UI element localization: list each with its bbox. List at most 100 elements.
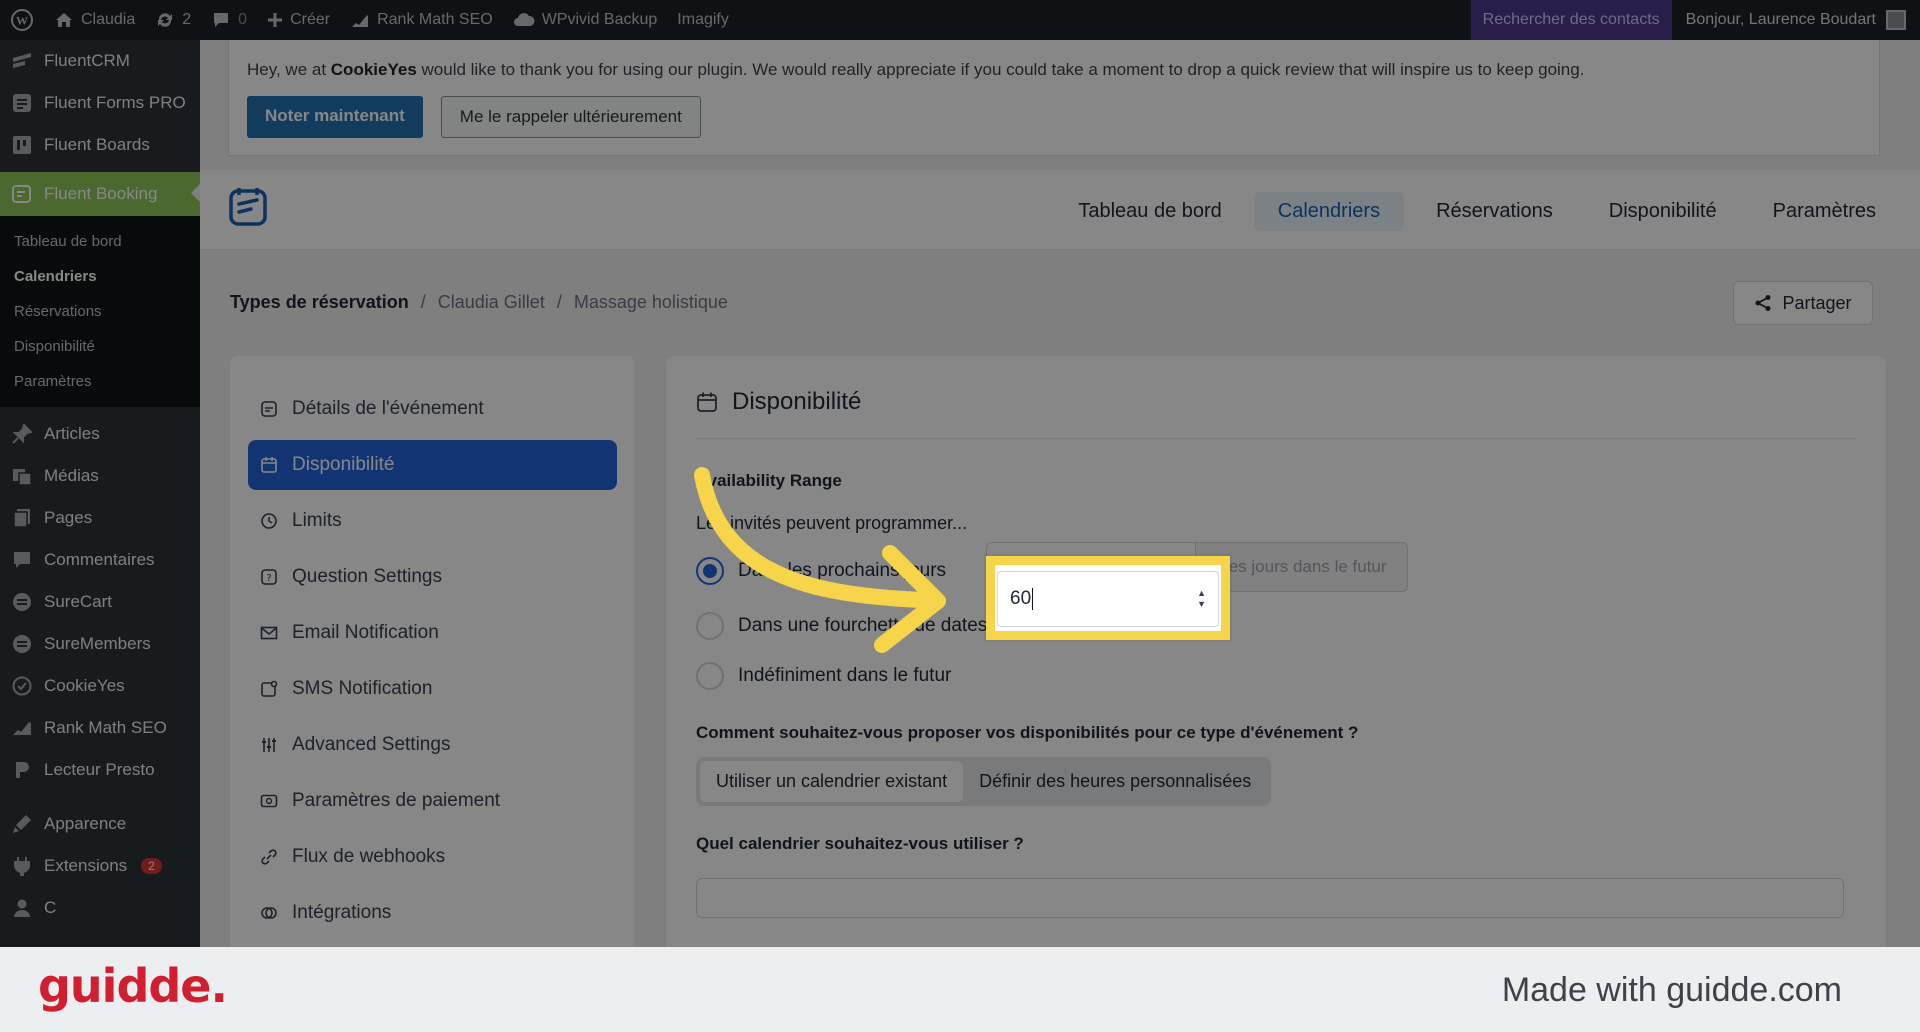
nav-limits[interactable]: Limits	[248, 496, 617, 546]
menu-medias[interactable]: Médias	[0, 455, 200, 497]
sms-icon	[261, 680, 278, 697]
wordpress-logo-icon[interactable]: W	[0, 0, 44, 40]
comment-icon	[214, 13, 229, 27]
update-count-badge: 2	[141, 858, 162, 874]
integrations-icon	[261, 907, 277, 919]
menu-extensions[interactable]: Extensions 2	[0, 845, 200, 887]
menu-surecart[interactable]: SureCart	[0, 581, 200, 623]
menu-label: SureMembers	[44, 634, 151, 653]
menu-label: FluentCRM	[44, 51, 130, 70]
share-icon	[1755, 295, 1771, 311]
booking-icon	[10, 182, 34, 206]
new-content-link[interactable]: Créer	[257, 0, 340, 40]
submenu-disponibilite[interactable]: Disponibilité	[0, 329, 200, 364]
menu-articles[interactable]: Articles	[0, 413, 200, 455]
panel-title: Disponibilité	[732, 388, 862, 415]
days-input[interactable]: 60 ▲ ▼	[997, 571, 1219, 627]
nav-label: Limits	[292, 510, 342, 531]
nav-integrations[interactable]: Intégrations	[248, 888, 617, 938]
menu-fluent-forms[interactable]: Fluent Forms PRO	[0, 82, 200, 124]
sliders-icon	[262, 738, 276, 752]
spin-down-icon[interactable]: ▼	[1197, 600, 1206, 609]
updates-link[interactable]: 2	[145, 0, 201, 40]
comments-link[interactable]: 0	[201, 0, 257, 40]
user-greeting: Bonjour, Laurence Boudart	[1685, 11, 1876, 28]
comments-icon	[10, 548, 34, 572]
tab-reservations[interactable]: Réservations	[1412, 192, 1577, 231]
breadcrumb-calendar[interactable]: Claudia Gillet	[438, 292, 545, 313]
comments-count: 0	[238, 11, 248, 28]
menu-lecteur-presto[interactable]: Lecteur Presto	[0, 749, 200, 791]
booking-top-nav: Tableau de bord Calendriers Réservations…	[200, 170, 1920, 250]
tab-tableau-de-bord[interactable]: Tableau de bord	[1054, 192, 1245, 231]
submenu-reservations[interactable]: Réservations	[0, 294, 200, 329]
link-icon	[261, 849, 277, 865]
menu-label: Fluent Forms PRO	[44, 93, 186, 112]
radio-button[interactable]	[696, 662, 724, 690]
nav-disponibilite[interactable]: Disponibilité	[248, 440, 617, 490]
site-name-link[interactable]: Claudia	[44, 0, 145, 40]
tab-disponibilite[interactable]: Disponibilité	[1585, 192, 1741, 231]
search-contacts-label: Rechercher des contacts	[1482, 11, 1660, 28]
user-menu[interactable]: Bonjour, Laurence Boudart	[1672, 0, 1920, 40]
updates-count: 2	[182, 11, 192, 28]
imagify-link[interactable]: Imagify	[667, 0, 739, 40]
nav-question-settings[interactable]: ? Question Settings	[248, 552, 617, 602]
custom-hours-option[interactable]: Définir des heures personnalisées	[963, 761, 1267, 802]
cloud-icon	[513, 13, 535, 26]
users-icon	[10, 896, 34, 920]
rank-math-label: Rank Math SEO	[377, 11, 493, 28]
rate-now-button[interactable]: Noter maintenant	[247, 96, 423, 138]
made-with-text: Made with guidde.com	[1501, 971, 1842, 1009]
menu-apparence[interactable]: Apparence	[0, 803, 200, 845]
menu-users[interactable]: C	[0, 887, 200, 929]
panel-header: Disponibilité	[696, 388, 1856, 439]
nav-webhooks[interactable]: Flux de webhooks	[248, 832, 617, 882]
submenu-calendriers[interactable]: Calendriers	[0, 259, 200, 294]
wpvivid-link[interactable]: WPvivid Backup	[503, 0, 668, 40]
use-existing-schedule-option[interactable]: Utiliser un calendrier existant	[700, 761, 964, 802]
menu-rank-math[interactable]: Rank Math SEO	[0, 707, 200, 749]
tab-parametres[interactable]: Paramètres	[1749, 192, 1900, 231]
menu-fluent-boards[interactable]: Fluent Boards	[0, 124, 200, 166]
rank-math-icon	[352, 15, 369, 27]
menu-suremembers[interactable]: SureMembers	[0, 623, 200, 665]
nav-sms-notification[interactable]: SMS Notification	[248, 664, 617, 714]
schedule-select[interactable]	[696, 878, 1844, 918]
menu-label: Rank Math SEO	[44, 718, 167, 737]
radio-label: Indéfiniment dans le futur	[738, 665, 952, 686]
breadcrumb-root[interactable]: Types de réservation	[230, 292, 409, 313]
event-details-icon	[261, 401, 277, 417]
new-label: Créer	[290, 11, 331, 28]
menu-pages[interactable]: Pages	[0, 497, 200, 539]
svg-text:W: W	[16, 14, 28, 28]
nav-email-notification[interactable]: Email Notification	[248, 608, 617, 658]
rank-math-link[interactable]: Rank Math SEO	[340, 0, 503, 40]
remind-later-button[interactable]: Me le rappeler ultérieurement	[440, 96, 701, 138]
number-spinner[interactable]: ▲ ▼	[1197, 589, 1206, 609]
nav-event-details[interactable]: Détails de l'événement	[248, 384, 617, 434]
home-icon	[56, 13, 72, 27]
fluent-booking-logo-icon[interactable]	[228, 186, 270, 228]
pin-icon	[10, 422, 34, 446]
days-input-value: 60	[1010, 588, 1032, 609]
nav-payment-settings[interactable]: Paramètres de paiement	[248, 776, 617, 826]
menu-fluentcrm[interactable]: FluentCRM	[0, 40, 200, 82]
review-notice: Hey, we at CookieYes would like to thank…	[228, 40, 1880, 156]
tab-calendriers[interactable]: Calendriers	[1253, 192, 1405, 231]
breadcrumb: Types de réservation / Claudia Gillet / …	[230, 292, 728, 313]
spin-up-icon[interactable]: ▲	[1197, 589, 1206, 598]
menu-label: C	[44, 898, 57, 917]
menu-commentaires[interactable]: Commentaires	[0, 539, 200, 581]
share-button[interactable]: Partager	[1733, 281, 1873, 325]
plugins-icon	[10, 854, 34, 878]
menu-cookieyes[interactable]: CookieYes	[0, 665, 200, 707]
menu-fluent-booking[interactable]: Fluent Booking	[0, 172, 200, 216]
submenu-parametres[interactable]: Paramètres	[0, 364, 200, 399]
search-contacts-button[interactable]: Rechercher des contacts	[1470, 0, 1672, 40]
submenu-tableau-de-bord[interactable]: Tableau de bord	[0, 224, 200, 259]
menu-label: Fluent Boards	[44, 135, 150, 154]
nav-advanced-settings[interactable]: Advanced Settings	[248, 720, 617, 770]
admin-sidebar: FluentCRM Fluent Forms PRO Fluent Boards…	[0, 40, 200, 947]
user-avatar	[1886, 10, 1906, 30]
